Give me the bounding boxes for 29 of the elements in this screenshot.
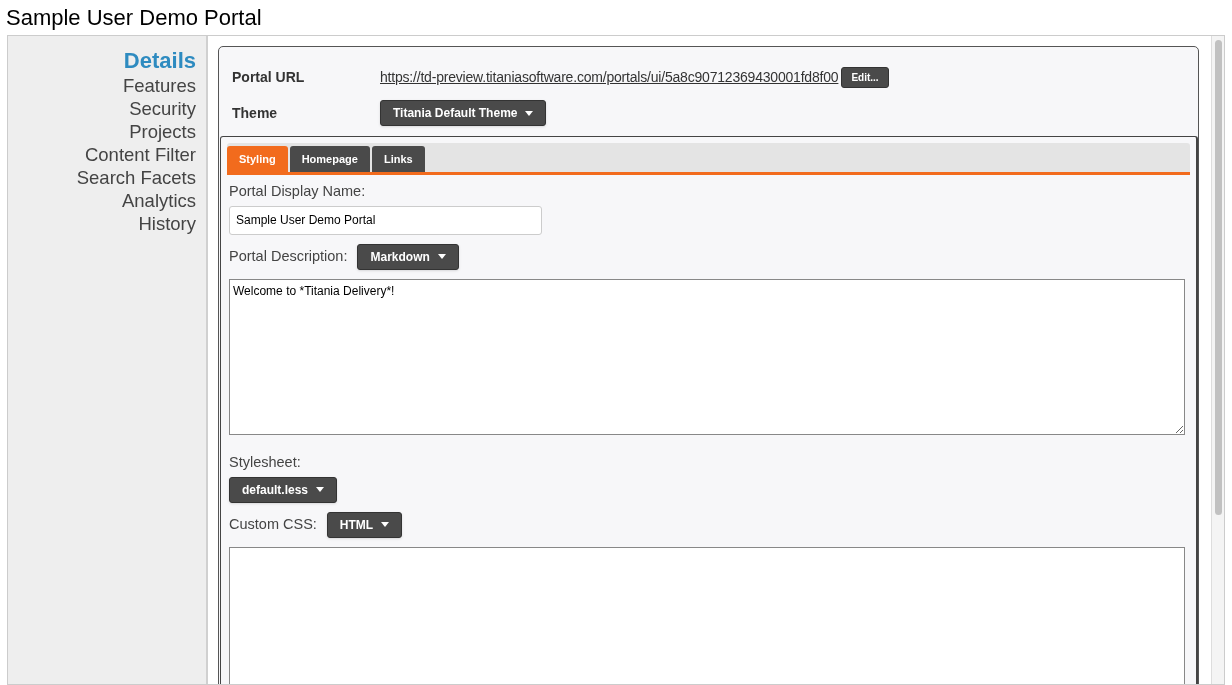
sidebar-link[interactable]: Search Facets xyxy=(76,166,196,189)
portal-url-link[interactable]: https://td-preview.titaniasoftware.com/portals/ui/5a8c90712369430001fd8f00 xyxy=(380,67,839,88)
sidebar-link[interactable]: History xyxy=(138,212,196,235)
field-label: Theme xyxy=(232,103,279,123)
theme-dropdown[interactable]: Titania Default Theme xyxy=(380,100,547,126)
stylesheet-dropdown[interactable]: default.less xyxy=(229,476,338,503)
field-label: Stylesheet: xyxy=(229,452,302,472)
format-dropdown[interactable]: Markdown xyxy=(357,243,459,270)
caret-icon xyxy=(381,522,390,527)
scrollbar[interactable] xyxy=(1211,36,1224,684)
sidebar-link[interactable]: Projects xyxy=(129,120,196,143)
format-dropdown[interactable]: HTML xyxy=(326,511,403,538)
field-label: Portal Description: xyxy=(229,246,348,266)
field-label: Custom CSS: xyxy=(229,514,317,534)
sidebar-link[interactable]: Security xyxy=(129,97,196,120)
caret-icon xyxy=(316,487,325,492)
description-field[interactable]: Welcome to *Titania Delivery*! xyxy=(229,278,1185,435)
tab[interactable]: Homepage xyxy=(289,146,370,172)
sidebar-link[interactable]: Content Filter xyxy=(84,143,196,166)
sidebar-link[interactable]: Analytics xyxy=(121,189,196,212)
sidebar-link[interactable]: Features xyxy=(123,74,196,97)
edit-button[interactable]: Edit... xyxy=(841,67,889,88)
field-label: Portal URL xyxy=(232,68,306,87)
page-title: Sample User Demo Portal xyxy=(5,4,263,32)
tab[interactable]: Links xyxy=(371,146,425,172)
display-name-field[interactable]: Sample User Demo Portal xyxy=(229,205,542,235)
field-label: Portal Display Name: xyxy=(229,182,367,201)
caret-icon xyxy=(437,254,446,260)
caret-icon xyxy=(525,110,534,116)
